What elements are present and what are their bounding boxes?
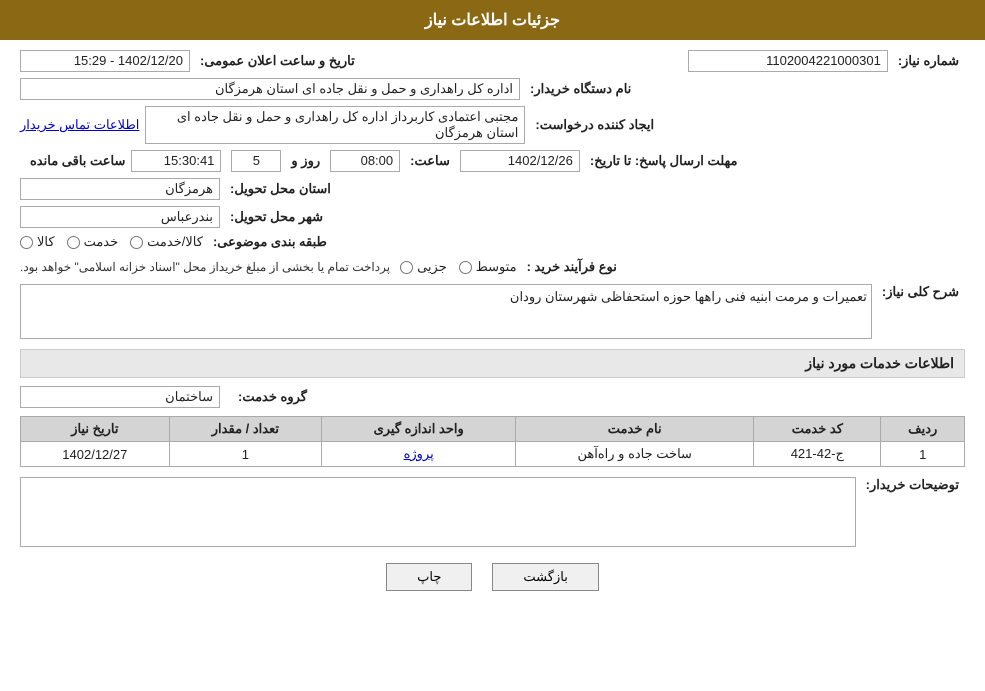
category-row: طبقه بندی موضوعی: کالا/خدمت خدمت کالا: [20, 234, 965, 250]
category-kala-label: کالا: [37, 234, 55, 250]
deadline-time: 08:00: [330, 150, 400, 172]
col-date: تاریخ نیاز: [21, 417, 170, 442]
category-khedmat-radio[interactable]: [67, 236, 80, 249]
need-desc-label: شرح کلی نیاز:: [882, 284, 959, 300]
purchase-motavaset-radio[interactable]: [459, 261, 472, 274]
city-value: بندرعباس: [20, 206, 220, 228]
services-section-title: اطلاعات خدمات مورد نیاز: [20, 349, 965, 378]
deadline-date: 1402/12/26: [460, 150, 580, 172]
creator-value: مجتبی اعتمادی کاربرداز اداره کل راهداری …: [145, 106, 525, 144]
buyer-org-label: نام دستگاه خریدار:: [530, 81, 631, 97]
purchase-motavaset-label: متوسط: [476, 259, 517, 275]
col-service-code: کد خدمت: [754, 417, 881, 442]
services-table: ردیف کد خدمت نام خدمت واحد اندازه گیری ت…: [20, 416, 965, 467]
announce-date-value: 1402/12/20 - 15:29: [20, 50, 190, 72]
page-wrapper: جزئیات اطلاعات نیاز شماره نیاز: 11020042…: [0, 0, 985, 691]
purchase-jozi-label: جزیی: [417, 259, 447, 275]
creator-row: ایجاد کننده درخواست: مجتبی اعتمادی کاربر…: [20, 106, 965, 144]
service-group-row: گروه خدمت: ساختمان: [20, 386, 965, 408]
print-button[interactable]: چاپ: [386, 563, 472, 591]
cell-unit[interactable]: پروژه: [322, 442, 516, 467]
category-option-khedmat[interactable]: خدمت: [67, 234, 119, 250]
purchase-type-label: نوع فرآیند خرید :: [527, 259, 617, 275]
col-service-name: نام خدمت: [516, 417, 754, 442]
buyer-desc-row: توضیحات خریدار:: [20, 477, 965, 547]
header-title: جزئیات اطلاعات نیاز: [425, 12, 560, 29]
cell-service-code: ج-42-421: [754, 442, 881, 467]
deadline-remaining-label: ساعت باقی مانده: [30, 153, 125, 169]
deadline-remaining: 15:30:41: [131, 150, 221, 172]
cell-quantity: 1: [169, 442, 321, 467]
category-option-kala[interactable]: کالا: [20, 234, 55, 250]
buyer-org-value: اداره کل راهداری و حمل و نقل جاده ای است…: [20, 78, 520, 100]
announce-date-label: تاریخ و ساعت اعلان عمومی:: [200, 53, 355, 69]
creator-label: ایجاد کننده درخواست:: [535, 117, 654, 133]
deadline-days-label: روز و: [291, 153, 320, 169]
category-kala-radio[interactable]: [20, 236, 33, 249]
col-unit: واحد اندازه گیری: [322, 417, 516, 442]
need-desc-value: تعمیرات و مرمت ابنیه فنی راهها حوزه استح…: [20, 284, 872, 339]
city-label: شهر محل تحویل:: [230, 209, 323, 225]
province-row: استان محل تحویل: هرمزگان: [20, 178, 965, 200]
purchase-note: پرداخت تمام یا بخشی از مبلغ خریداز محل "…: [20, 260, 390, 274]
deadline-row: مهلت ارسال پاسخ: تا تاریخ: 1402/12/26 سا…: [20, 150, 965, 172]
service-group-label: گروه خدمت:: [238, 389, 307, 405]
cell-service-name: ساخت جاده و راه‌آهن: [516, 442, 754, 467]
category-khedmat-label: خدمت: [84, 234, 119, 250]
deadline-days: 5: [231, 150, 281, 172]
category-option-kala-khedmat[interactable]: کالا/خدمت: [130, 234, 203, 250]
service-group-value: ساختمان: [20, 386, 220, 408]
action-buttons-row: بازگشت چاپ: [20, 563, 965, 591]
need-number-value: 1102004221000301: [688, 50, 888, 72]
deadline-label: مهلت ارسال پاسخ: تا تاریخ:: [590, 153, 738, 169]
cell-date: 1402/12/27: [21, 442, 170, 467]
services-table-section: ردیف کد خدمت نام خدمت واحد اندازه گیری ت…: [20, 416, 965, 467]
purchase-jozi-radio[interactable]: [400, 261, 413, 274]
purchase-type-motavaset[interactable]: متوسط: [459, 259, 517, 275]
purchase-type-jozi[interactable]: جزیی: [400, 259, 447, 275]
col-quantity: تعداد / مقدار: [169, 417, 321, 442]
page-header: جزئیات اطلاعات نیاز: [0, 0, 985, 40]
main-content: شماره نیاز: 1102004221000301 تاریخ و ساع…: [0, 40, 985, 617]
province-value: هرمزگان: [20, 178, 220, 200]
buyer-desc-textarea[interactable]: [20, 477, 856, 547]
contact-link[interactable]: اطلاعات تماس خریدار: [20, 117, 139, 133]
category-kala-khedmat-radio[interactable]: [130, 236, 143, 249]
buyer-org-row: نام دستگاه خریدار: اداره کل راهداری و حم…: [20, 78, 965, 100]
back-button[interactable]: بازگشت: [492, 563, 598, 591]
category-kala-khedmat-label: کالا/خدمت: [147, 234, 203, 250]
need-number-row: شماره نیاز: 1102004221000301 تاریخ و ساع…: [20, 50, 965, 72]
category-options: کالا/خدمت خدمت کالا: [20, 234, 203, 250]
city-row: شهر محل تحویل: بندرعباس: [20, 206, 965, 228]
col-row-num: ردیف: [881, 417, 965, 442]
buyer-desc-label: توضیحات خریدار:: [866, 477, 959, 493]
need-desc-row: شرح کلی نیاز: تعمیرات و مرمت ابنیه فنی ر…: [20, 284, 965, 339]
purchase-type-options: متوسط جزیی: [400, 259, 517, 275]
deadline-time-label: ساعت:: [410, 153, 450, 169]
cell-row-num: 1: [881, 442, 965, 467]
category-label: طبقه بندی موضوعی:: [213, 234, 327, 250]
table-row: 1 ج-42-421 ساخت جاده و راه‌آهن پروژه 1 1…: [21, 442, 965, 467]
province-label: استان محل تحویل:: [230, 181, 331, 197]
purchase-type-row: نوع فرآیند خرید : متوسط جزیی پرداخت تمام…: [20, 256, 965, 278]
need-number-label: شماره نیاز:: [898, 53, 959, 69]
